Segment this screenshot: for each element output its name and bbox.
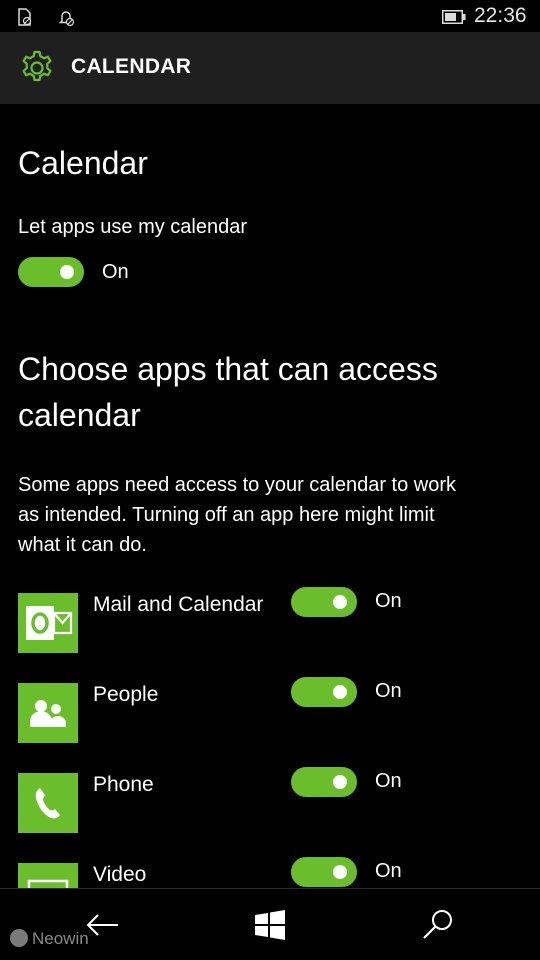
toggle-knob xyxy=(333,685,347,699)
calendar-access-toggle-state: On xyxy=(102,261,129,283)
description-line-2: as intended. Turning off an app here mig… xyxy=(18,504,435,526)
toggle-knob xyxy=(333,865,347,879)
app-name: Phone xyxy=(93,773,154,796)
section-heading-apps-line1: Choose apps that can access xyxy=(18,351,438,387)
app-toggle-mail-and-calendar[interactable] xyxy=(291,587,357,617)
neowin-logo-icon xyxy=(10,929,28,947)
header-title: CALENDAR xyxy=(71,55,192,78)
section-description: Some apps need access to your calendar t… xyxy=(18,470,518,560)
settings-content[interactable]: Calendar Let apps use my calendar On Cho… xyxy=(0,104,540,888)
toggle-knob xyxy=(333,775,347,789)
settings-screen: 22:36 CALENDAR Calendar Let apps use my … xyxy=(0,0,540,960)
app-name: Video xyxy=(93,863,147,886)
video-icon xyxy=(18,863,78,888)
app-toggle-state: On xyxy=(375,590,402,612)
people-icon xyxy=(18,683,78,743)
setting-label: Let apps use my calendar xyxy=(18,216,248,238)
section-heading-apps-line2: calendar xyxy=(18,397,141,433)
windows-start-icon[interactable] xyxy=(250,905,290,945)
page-header: CALENDAR xyxy=(0,32,540,104)
app-name: Mail and Calendar xyxy=(93,593,264,616)
section-heading-calendar: Calendar xyxy=(18,145,148,181)
alarm-off-icon xyxy=(56,7,76,27)
battery-icon xyxy=(442,9,466,24)
app-toggle-video[interactable] xyxy=(291,857,357,887)
gear-icon xyxy=(18,49,56,87)
section-heading-apps: Choose apps that can access calendar xyxy=(18,346,438,438)
app-toggle-people[interactable] xyxy=(291,677,357,707)
toggle-knob xyxy=(333,595,347,609)
status-clock: 22:36 xyxy=(474,4,527,27)
description-line-1: Some apps need access to your calendar t… xyxy=(18,474,457,496)
watermark-text: Neowin xyxy=(32,929,89,948)
status-bar: 22:36 xyxy=(0,0,540,32)
description-line-3: what it can do. xyxy=(18,534,147,556)
watermark: Neowin xyxy=(10,929,89,949)
no-sim-icon xyxy=(14,7,34,27)
app-name: People xyxy=(93,683,159,706)
navigation-bar: Neowin xyxy=(0,888,540,960)
app-toggle-state: On xyxy=(375,680,402,702)
app-row-people: People On xyxy=(0,677,540,773)
search-icon[interactable] xyxy=(418,905,458,945)
calendar-access-toggle[interactable] xyxy=(18,257,84,287)
app-row-phone: Phone On xyxy=(0,767,540,863)
app-toggle-state: On xyxy=(375,860,402,882)
toggle-knob xyxy=(60,265,74,279)
app-toggle-phone[interactable] xyxy=(291,767,357,797)
phone-icon xyxy=(18,773,78,833)
app-row-mail-and-calendar: Mail and Calendar On xyxy=(0,587,540,683)
app-row-video: Video On xyxy=(0,857,540,888)
app-toggle-state: On xyxy=(375,770,402,792)
outlook-mail-icon xyxy=(18,593,78,653)
